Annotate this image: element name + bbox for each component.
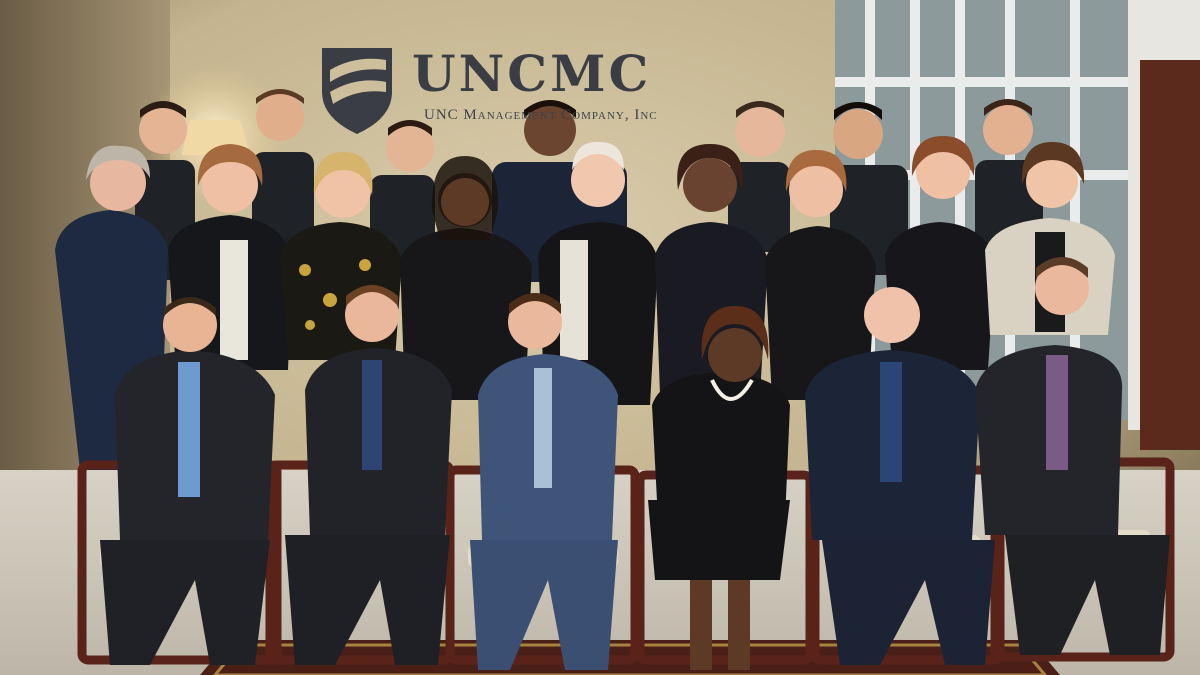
- group-photo: UNCMC UNC Management Company, Inc: [0, 0, 1200, 675]
- wood-door: [1140, 60, 1200, 450]
- logo-wordmark: UNCMC: [412, 44, 652, 103]
- logo-tagline: UNC Management Company, Inc: [424, 107, 658, 123]
